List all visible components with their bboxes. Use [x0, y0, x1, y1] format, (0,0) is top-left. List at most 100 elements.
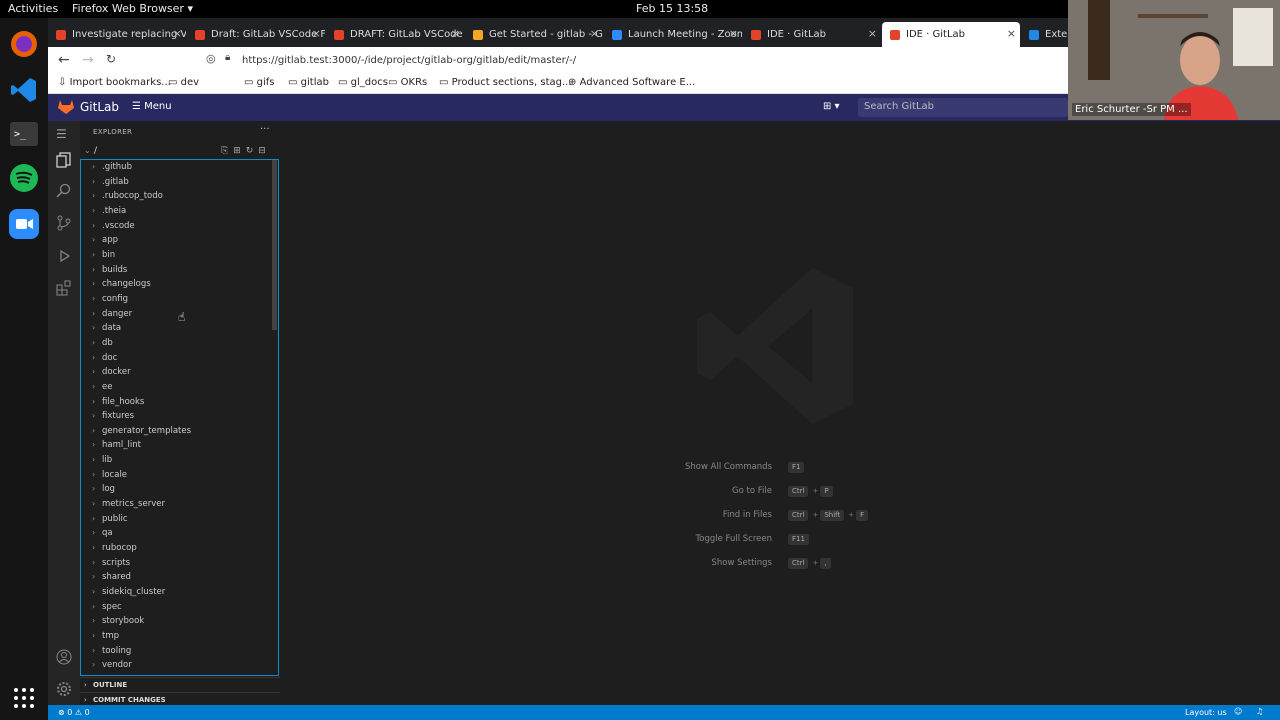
browser-tab[interactable]: Draft: GitLab VSCode F ×	[187, 22, 325, 47]
back-icon[interactable]: ←	[58, 52, 70, 68]
gitlab-brand[interactable]: GitLab	[80, 100, 119, 114]
app-menu[interactable]: Firefox Web Browser ▾	[72, 2, 193, 15]
activities-button[interactable]: Activities	[8, 2, 58, 15]
close-tab-icon[interactable]: ×	[590, 27, 599, 40]
browser-tab[interactable]: DRAFT: GitLab VSCode ×	[326, 22, 464, 47]
refresh-icon[interactable]: ↻	[246, 146, 259, 156]
reload-icon[interactable]: ↻	[106, 52, 116, 66]
close-tab-icon[interactable]: ×	[312, 27, 321, 40]
chevron-right-icon: ›	[92, 484, 96, 494]
clock[interactable]: Feb 15 13:58	[636, 2, 708, 15]
folder-row[interactable]: › config	[81, 292, 278, 307]
new-file-icon[interactable]: ⎘	[221, 146, 233, 156]
folder-row[interactable]: › .rubocop_todo	[81, 189, 278, 204]
folder-row[interactable]: › fixtures	[81, 409, 278, 424]
source-control-icon[interactable]	[56, 215, 72, 231]
bookmark-item[interactable]: ⇩ Import bookmarks...	[58, 77, 171, 88]
search-placeholder: Search GitLab	[864, 101, 935, 112]
keyboard-layout[interactable]: Layout: us	[1185, 708, 1227, 717]
folder-row[interactable]: › qa	[81, 526, 278, 541]
folder-row[interactable]: › scripts	[81, 556, 278, 571]
folder-row[interactable]: › db	[81, 336, 278, 351]
lock-icon[interactable]: 🔒︎	[225, 52, 230, 63]
folder-row[interactable]: › log	[81, 482, 278, 497]
folder-row[interactable]: › bin	[81, 248, 278, 263]
url-bar[interactable]: https://gitlab.test:3000/-/ide/project/g…	[242, 49, 1102, 71]
browser-tab[interactable]: Investigate replacing V ×	[48, 22, 186, 47]
collapse-all-icon[interactable]: ⊟	[258, 146, 271, 156]
bookmark-item[interactable]: ▭ gifs	[244, 77, 275, 88]
tab-favicon-icon	[334, 29, 344, 40]
folder-row[interactable]: › .gitlab	[81, 175, 278, 190]
firefox-icon[interactable]	[6, 26, 42, 62]
folder-row[interactable]: › app	[81, 233, 278, 248]
bookmark-item[interactable]: ▭ gitlab	[288, 77, 329, 88]
folder-row[interactable]: › doc	[81, 351, 278, 366]
bookmark-item[interactable]: ▭ Product sections, stag...	[439, 77, 572, 88]
files-icon[interactable]	[56, 152, 72, 168]
folder-row[interactable]: › changelogs	[81, 277, 278, 292]
more-actions-icon[interactable]: ···	[260, 124, 270, 135]
bookmark-item[interactable]: ▭ dev	[168, 77, 199, 88]
hamburger-icon[interactable]: ☰	[56, 127, 72, 143]
new-item-icon[interactable]: ⊞ ▾	[823, 101, 840, 112]
gitlab-logo-icon[interactable]	[58, 100, 74, 114]
vscode-icon[interactable]	[6, 72, 42, 108]
folder-row[interactable]: › sidekiq_cluster	[81, 585, 278, 600]
problems-indicator[interactable]: ⊗ 0 ⚠ 0	[58, 708, 90, 717]
browser-tab[interactable]: IDE · GitLab ×	[882, 22, 1020, 47]
new-folder-icon[interactable]: ⊞	[233, 146, 246, 156]
run-debug-icon[interactable]	[56, 248, 72, 264]
spotify-icon[interactable]	[6, 160, 42, 196]
folder-row[interactable]: › ee	[81, 380, 278, 395]
folder-row[interactable]: › metrics_server	[81, 497, 278, 512]
folder-row[interactable]: › tmp	[81, 629, 278, 644]
zoom-icon[interactable]	[6, 206, 42, 242]
settings-gear-icon[interactable]	[56, 681, 72, 697]
folder-row[interactable]: › shared	[81, 570, 278, 585]
chevron-right-icon: ›	[92, 440, 96, 450]
terminal-icon[interactable]: >_	[6, 116, 42, 152]
feedback-icon[interactable]: ☺	[1234, 707, 1242, 716]
search-input[interactable]: Search GitLab	[858, 98, 1068, 117]
bookmark-item[interactable]: ▭ gl_docs	[338, 77, 388, 88]
folder-row[interactable]: › haml_lint	[81, 438, 278, 453]
close-tab-icon[interactable]: ×	[868, 27, 877, 40]
folder-row[interactable]: › locale	[81, 468, 278, 483]
close-tab-icon[interactable]: ×	[729, 27, 738, 40]
extensions-icon[interactable]	[56, 280, 72, 296]
outline-section[interactable]: › OUTLINE	[80, 677, 280, 692]
folder-row[interactable]: › spec	[81, 600, 278, 615]
tree-scrollbar[interactable]	[272, 160, 277, 330]
close-tab-icon[interactable]: ×	[1007, 27, 1016, 40]
bookmark-item[interactable]: ▭ OKRs	[388, 77, 427, 88]
menu-button[interactable]: ☰ Menu	[132, 101, 172, 112]
folder-row[interactable]: › tooling	[81, 644, 278, 659]
folder-row[interactable]: › public	[81, 512, 278, 527]
folder-row[interactable]: › docker	[81, 365, 278, 380]
root-folder-row[interactable]: ⌄ / ⎘⊞↻⊟	[84, 146, 280, 160]
bookmark-item[interactable]: ⊕ Advanced Software E...	[568, 77, 695, 88]
folder-row[interactable]: › generator_templates	[81, 424, 278, 439]
search-icon[interactable]	[56, 183, 72, 199]
folder-row[interactable]: › .github	[81, 160, 278, 175]
forward-icon[interactable]: →	[82, 52, 94, 68]
folder-row[interactable]: › storybook	[81, 614, 278, 629]
folder-row[interactable]: › .theia	[81, 204, 278, 219]
notifications-bell-icon[interactable]: ♫	[1256, 707, 1263, 716]
browser-tab[interactable]: Launch Meeting - Zoom ×	[604, 22, 742, 47]
browser-tab[interactable]: Get Started - gitlab - Gi ×	[465, 22, 603, 47]
close-tab-icon[interactable]: ×	[173, 27, 182, 40]
folder-row[interactable]: › file_hooks	[81, 395, 278, 410]
account-icon[interactable]	[56, 649, 72, 665]
browser-tab[interactable]: IDE · GitLab ×	[743, 22, 881, 47]
close-tab-icon[interactable]: ×	[451, 27, 460, 40]
folder-row[interactable]: › vendor	[81, 658, 278, 673]
shield-icon[interactable]: ◎	[206, 52, 216, 65]
app-grid-icon[interactable]	[6, 680, 42, 716]
keybinding: F11	[788, 534, 811, 545]
folder-row[interactable]: › rubocop	[81, 541, 278, 556]
folder-row[interactable]: › .vscode	[81, 219, 278, 234]
folder-row[interactable]: › builds	[81, 263, 278, 278]
folder-row[interactable]: › lib	[81, 453, 278, 468]
